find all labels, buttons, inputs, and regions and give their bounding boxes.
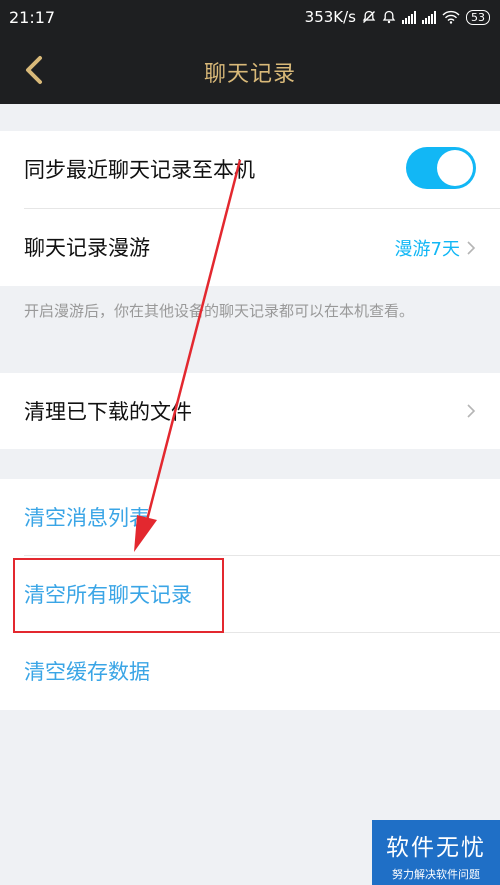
roaming-label: 聊天记录漫游	[24, 236, 150, 260]
status-icons: 353K/s 53	[305, 8, 490, 26]
page-title: 聊天记录	[203, 62, 296, 87]
network-speed: 353K/s	[304, 8, 356, 26]
watermark-logo: 软件无忧 努力解决软件问题	[372, 820, 500, 885]
roaming-note: 开启漫游后，你在其他设备的聊天记录都可以在本机查看。	[24, 302, 415, 320]
wifi-icon	[442, 10, 460, 24]
clean-files-label: 清理已下载的文件	[24, 400, 192, 424]
status-bar: 21:17 353K/s 53	[0, 0, 500, 36]
clean-files-row[interactable]: 清理已下载的文件	[0, 373, 500, 449]
sync-settings-card: 同步最近聊天记录至本机 聊天记录漫游 漫游7天	[0, 131, 500, 286]
sync-recent-label: 同步最近聊天记录至本机	[24, 158, 255, 182]
status-time: 21:17	[9, 8, 56, 27]
highlight-box	[13, 558, 224, 633]
bell-icon	[382, 10, 396, 24]
battery-icon: 53	[466, 9, 490, 25]
clear-cache-button[interactable]: 清空缓存数据	[0, 633, 500, 709]
roaming-row[interactable]: 聊天记录漫游 漫游7天	[0, 209, 500, 285]
bell-muted-icon	[362, 10, 376, 23]
chevron-right-icon	[467, 241, 476, 255]
sync-toggle[interactable]	[406, 147, 476, 189]
signal-icon	[402, 10, 416, 24]
roaming-value: 漫游7天	[395, 235, 476, 261]
chevron-right-icon	[467, 404, 476, 418]
nav-bar: 聊天记录	[0, 36, 500, 104]
clear-message-list-button[interactable]: 清空消息列表	[0, 479, 500, 555]
signal-icon-2	[422, 10, 436, 24]
sync-recent-row[interactable]: 同步最近聊天记录至本机	[0, 131, 500, 207]
files-card: 清理已下载的文件	[0, 373, 500, 449]
